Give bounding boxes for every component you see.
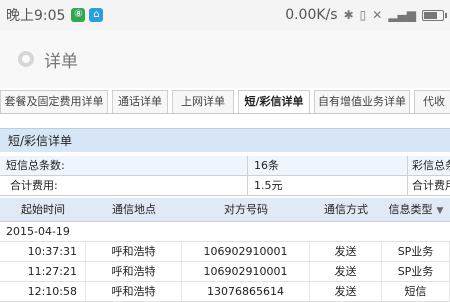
- cell-message-type: SP业务: [382, 262, 450, 281]
- tab-call-details[interactable]: 通话详单: [112, 90, 168, 113]
- network-speed: 0.00K/s: [285, 7, 338, 23]
- mms-count-label: 彩信总条数: [412, 159, 450, 172]
- tab-agent-collection[interactable]: 代收: [414, 90, 450, 113]
- table-row[interactable]: 11:27:21 呼和浩特 106902910001 发送 SP业务: [0, 262, 450, 282]
- tab-value-added-details[interactable]: 自有增值业务详单: [314, 90, 410, 113]
- date-group-row: 2015-04-19: [0, 222, 450, 242]
- cell-message-type: SP业务: [382, 242, 450, 261]
- fee-label: 合计费用:: [0, 176, 248, 195]
- battery-level: [424, 11, 437, 19]
- cell-start-time: 12:10:58: [0, 282, 86, 301]
- cell-other-number: 106902910001: [182, 242, 310, 261]
- fee-value: 1.5元: [248, 176, 408, 195]
- app-logo-icon: [18, 51, 34, 67]
- cell-start-time: 11:27:21: [0, 262, 86, 281]
- table-row[interactable]: 10:37:31 呼和浩特 106902910001 发送 SP业务: [0, 242, 450, 262]
- col-comm-method: 通信方式: [324, 203, 368, 216]
- tab-data-details[interactable]: 上网详单: [172, 90, 234, 113]
- tab-bar: 套餐及固定费用详单 通话详单 上网详单 短/彩信详单 自有增值业务详单 代收: [0, 90, 450, 114]
- status-time: 晚上9:05: [6, 8, 66, 24]
- cell-other-number: 106902910001: [182, 262, 310, 281]
- page-title: 详单: [44, 51, 78, 72]
- summary-row-fee: 合计费用: 1.5元 合计费用: [0, 176, 450, 196]
- status-bar: 晚上9:05 ⑧ ⌂ 0.00K/s ✱ ▯ ✕ ▂▄▆: [0, 0, 450, 30]
- summary-table: 短信总条数: 16条 彩信总条数 合计费用: 1.5元 合计费用: [0, 156, 450, 196]
- tab-sms-mms-details[interactable]: 短/彩信详单: [238, 90, 310, 113]
- home-app-icon: ⌂: [89, 8, 104, 22]
- col-start-time: 起始时间: [21, 203, 65, 216]
- app-notification-icon: ⑧: [71, 8, 86, 22]
- cell-comm-method: 发送: [310, 262, 382, 281]
- detail-table: 起始时间 通信地点 对方号码 通信方式 信息类型 ▼ 2015-04-19 10:…: [0, 198, 450, 302]
- cell-comm-method: 发送: [310, 242, 382, 261]
- app-header: 详单: [0, 30, 450, 88]
- battery-icon: [422, 9, 447, 21]
- no-signal-icon: ✕: [372, 8, 383, 22]
- cell-comm-method: 发送: [310, 282, 382, 301]
- col-message-type[interactable]: 信息类型 ▼: [382, 198, 450, 221]
- table-row[interactable]: 12:10:58 呼和浩特 13076865614 发送 短信: [0, 282, 450, 302]
- summary-row-count: 短信总条数: 16条 彩信总条数: [0, 156, 450, 176]
- cell-other-number: 13076865614: [182, 282, 310, 301]
- col-message-type-label: 信息类型: [388, 203, 433, 216]
- table-header: 起始时间 通信地点 对方号码 通信方式 信息类型 ▼: [0, 198, 450, 222]
- vibrate-icon: ▯: [359, 8, 367, 22]
- signal-icon: ▂▄▆: [388, 8, 416, 22]
- col-location: 通信地点: [112, 203, 156, 216]
- cell-message-type: 短信: [382, 282, 450, 301]
- bluetooth-icon: ✱: [343, 8, 354, 22]
- sms-count-label: 短信总条数:: [0, 156, 248, 175]
- sms-count-value: 16条: [248, 156, 408, 175]
- cell-start-time: 10:37:31: [0, 242, 86, 261]
- cell-location: 呼和浩特: [86, 242, 182, 261]
- section-title: 短/彩信详单: [0, 128, 450, 152]
- chevron-down-icon[interactable]: ▼: [437, 199, 444, 221]
- col-other-number: 对方号码: [224, 203, 268, 216]
- cell-location: 呼和浩特: [86, 282, 182, 301]
- cell-location: 呼和浩特: [86, 262, 182, 281]
- tab-package-fixed-fees[interactable]: 套餐及固定费用详单: [0, 90, 108, 113]
- status-right-group: 0.00K/s ✱ ▯ ✕ ▂▄▆: [285, 7, 447, 23]
- fee-label-right: 合计费用: [412, 179, 450, 192]
